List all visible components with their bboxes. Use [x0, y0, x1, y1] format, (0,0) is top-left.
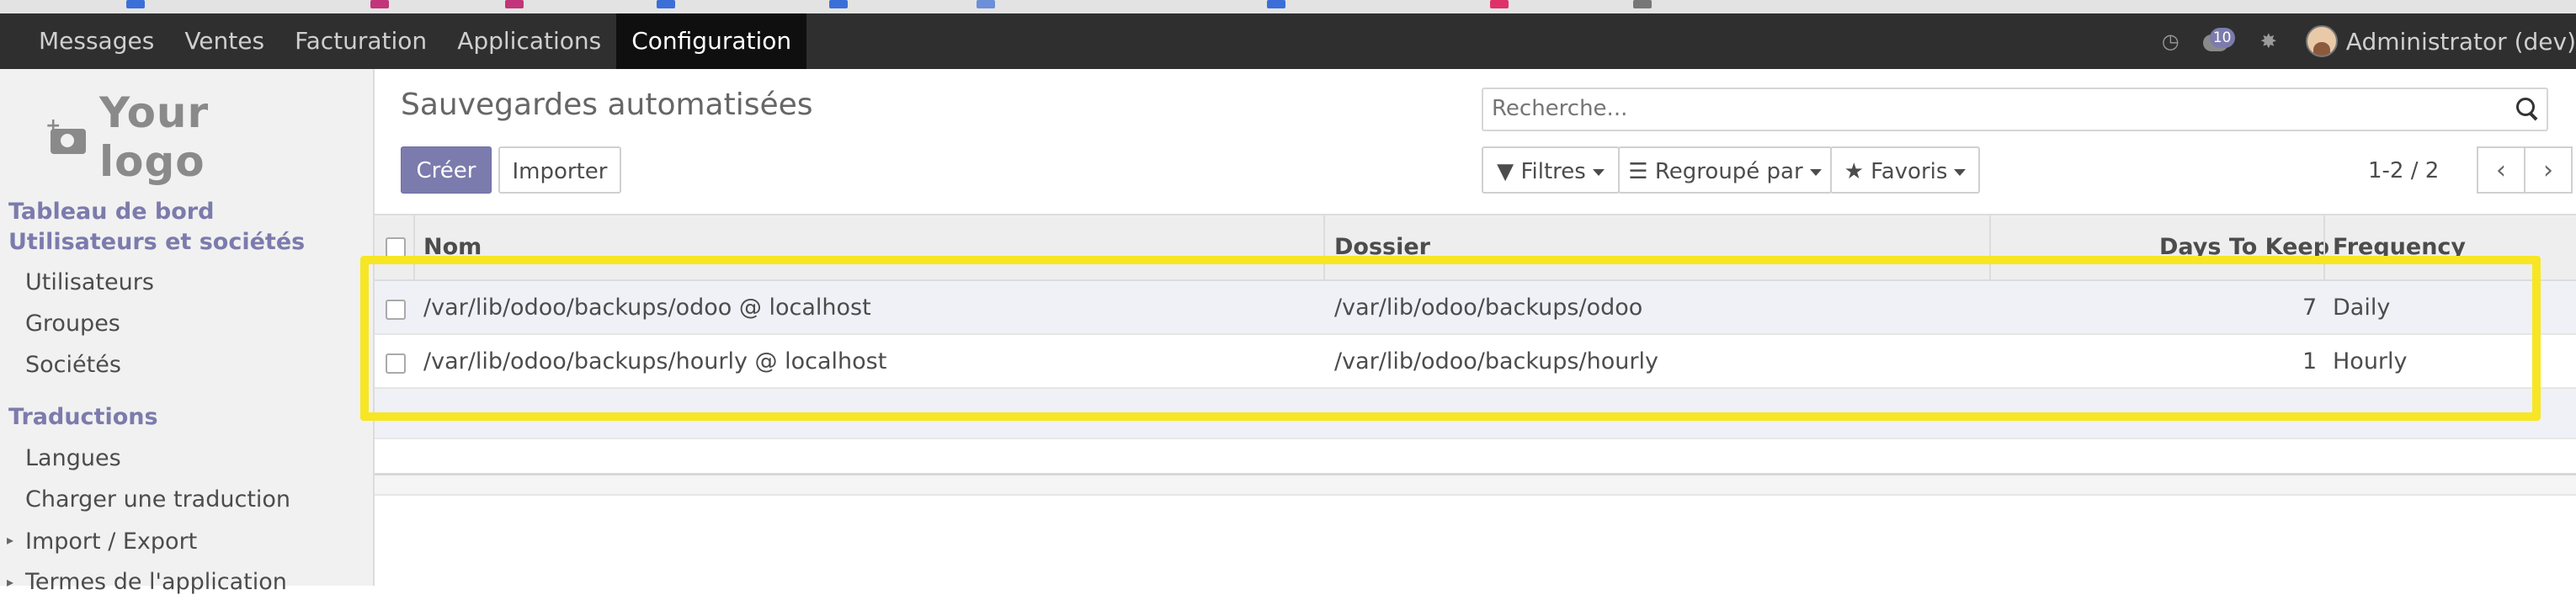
- menu-facturation[interactable]: Facturation: [279, 13, 442, 69]
- bookmark-icon[interactable]: [1633, 0, 1652, 8]
- page-title: Sauvegardes automatisées: [401, 88, 813, 122]
- sidebar-item-import-export[interactable]: Import / Export: [25, 529, 197, 555]
- activity-clock-icon[interactable]: ◷: [2162, 29, 2179, 53]
- table-row[interactable]: /var/lib/odoo/backups/hourly @ localhost…: [375, 335, 2576, 389]
- bookmark-icon[interactable]: [126, 0, 145, 8]
- column-header-frequency[interactable]: Frequency: [2333, 234, 2466, 260]
- list-footer-divider: [375, 473, 2576, 496]
- list-empty-row: [375, 389, 2576, 439]
- browser-bookmarks-strip: [0, 0, 2576, 13]
- cell-days-to-keep: 7: [2302, 295, 2318, 321]
- camera-icon: +: [45, 115, 88, 154]
- row-checkbox[interactable]: [386, 300, 406, 320]
- cell-folder: /var/lib/odoo/backups/hourly: [1334, 348, 1658, 375]
- star-icon: ★: [1844, 159, 1864, 184]
- bookmark-icon[interactable]: [977, 0, 995, 8]
- bookmark-icon[interactable]: [657, 0, 675, 8]
- sidebar-item-groups[interactable]: Groupes: [25, 311, 120, 337]
- sidebar-section-users-companies[interactable]: Utilisateurs et sociétés: [8, 229, 305, 255]
- menu-messages[interactable]: Messages: [24, 13, 169, 69]
- main-content: Sauvegardes automatisées Créer Importer …: [375, 69, 2576, 586]
- menu-configuration[interactable]: Configuration: [616, 13, 807, 69]
- sidebar-item-application-terms[interactable]: Termes de l'application: [25, 569, 287, 595]
- debug-bug-icon[interactable]: ✸: [2260, 29, 2277, 53]
- sidebar-section-dashboard[interactable]: Tableau de bord: [8, 199, 214, 225]
- chevron-right-icon: ›: [2543, 156, 2553, 185]
- search-box: [1482, 88, 2548, 131]
- caret-right-icon[interactable]: ▸: [7, 532, 13, 548]
- sidebar-section-translations[interactable]: Traductions: [8, 404, 158, 430]
- chat-icon[interactable]: 10: [2202, 28, 2237, 53]
- cell-days-to-keep: 1: [2302, 348, 2318, 375]
- cell-frequency: Hourly: [2333, 348, 2408, 375]
- avatar: [2305, 25, 2338, 57]
- systray: ◷ 10 ✸ Administrator (dev): [2150, 13, 2576, 69]
- bookmark-icon[interactable]: [1267, 0, 1285, 8]
- bookmark-icon[interactable]: [505, 0, 524, 8]
- table-row[interactable]: /var/lib/odoo/backups/odoo @ localhost /…: [375, 281, 2576, 335]
- search-icon[interactable]: [2516, 98, 2538, 121]
- user-name: Administrator (dev): [2345, 27, 2576, 56]
- user-menu[interactable]: Administrator (dev): [2305, 25, 2576, 57]
- main-menu: Messages Ventes Facturation Applications…: [24, 13, 807, 69]
- pager-value[interactable]: 1-2 / 2: [2368, 158, 2439, 183]
- menu-ventes[interactable]: Ventes: [169, 13, 279, 69]
- bookmark-icon[interactable]: [1490, 0, 1509, 8]
- sidebar-item-users[interactable]: Utilisateurs: [25, 269, 154, 295]
- filters-label: Filtres: [1520, 159, 1586, 184]
- sidebar-item-languages[interactable]: Langues: [25, 445, 121, 471]
- menu-applications[interactable]: Applications: [442, 13, 616, 69]
- list-header: Nom Dossier Days To Keep Frequency: [375, 214, 2576, 281]
- pager-next-button[interactable]: ›: [2524, 146, 2573, 194]
- favorites-label: Favoris: [1871, 159, 1948, 184]
- bookmark-icon[interactable]: [829, 0, 848, 8]
- list-bars-icon: ☰: [1628, 159, 1648, 184]
- chat-counter-badge: 10: [2209, 28, 2235, 48]
- top-navbar: Messages Ventes Facturation Applications…: [0, 13, 2576, 69]
- favorites-dropdown[interactable]: ★ Favoris: [1830, 146, 1980, 194]
- import-button[interactable]: Importer: [498, 146, 621, 194]
- group-by-dropdown[interactable]: ☰ Regroupé par: [1618, 146, 1832, 194]
- column-header-name[interactable]: Nom: [423, 234, 482, 260]
- sidebar-item-load-translation[interactable]: Charger une traduction: [25, 486, 290, 513]
- cell-name: /var/lib/odoo/backups/hourly @ localhost: [423, 348, 887, 375]
- column-header-days-to-keep[interactable]: Days To Keep: [2159, 234, 2329, 260]
- create-button[interactable]: Créer: [401, 146, 492, 194]
- sidebar: + Your logo Tableau de bord Utilisateurs…: [0, 69, 375, 595]
- logo-text: Your logo: [98, 88, 210, 186]
- cell-name: /var/lib/odoo/backups/odoo @ localhost: [423, 295, 871, 321]
- search-input[interactable]: [1483, 89, 2487, 128]
- sidebar-item-companies[interactable]: Sociétés: [25, 352, 121, 378]
- search-options: ▼ Filtres ☰ Regroupé par ★ Favoris: [1482, 146, 1980, 194]
- cell-frequency: Daily: [2333, 295, 2391, 321]
- filter-icon: ▼: [1497, 159, 1514, 184]
- bookmark-icon[interactable]: [370, 0, 389, 8]
- cell-folder: /var/lib/odoo/backups/odoo: [1334, 295, 1643, 321]
- caret-right-icon[interactable]: ▸: [7, 574, 13, 590]
- filters-dropdown[interactable]: ▼ Filtres: [1482, 146, 1620, 194]
- select-all-checkbox[interactable]: [386, 237, 406, 258]
- group-by-label: Regroupé par: [1654, 159, 1803, 184]
- chevron-left-icon: ‹: [2496, 156, 2506, 185]
- column-header-folder[interactable]: Dossier: [1334, 234, 1430, 260]
- company-logo[interactable]: + Your logo: [45, 88, 320, 186]
- row-checkbox[interactable]: [386, 353, 406, 374]
- pager-previous-button[interactable]: ‹: [2477, 146, 2525, 194]
